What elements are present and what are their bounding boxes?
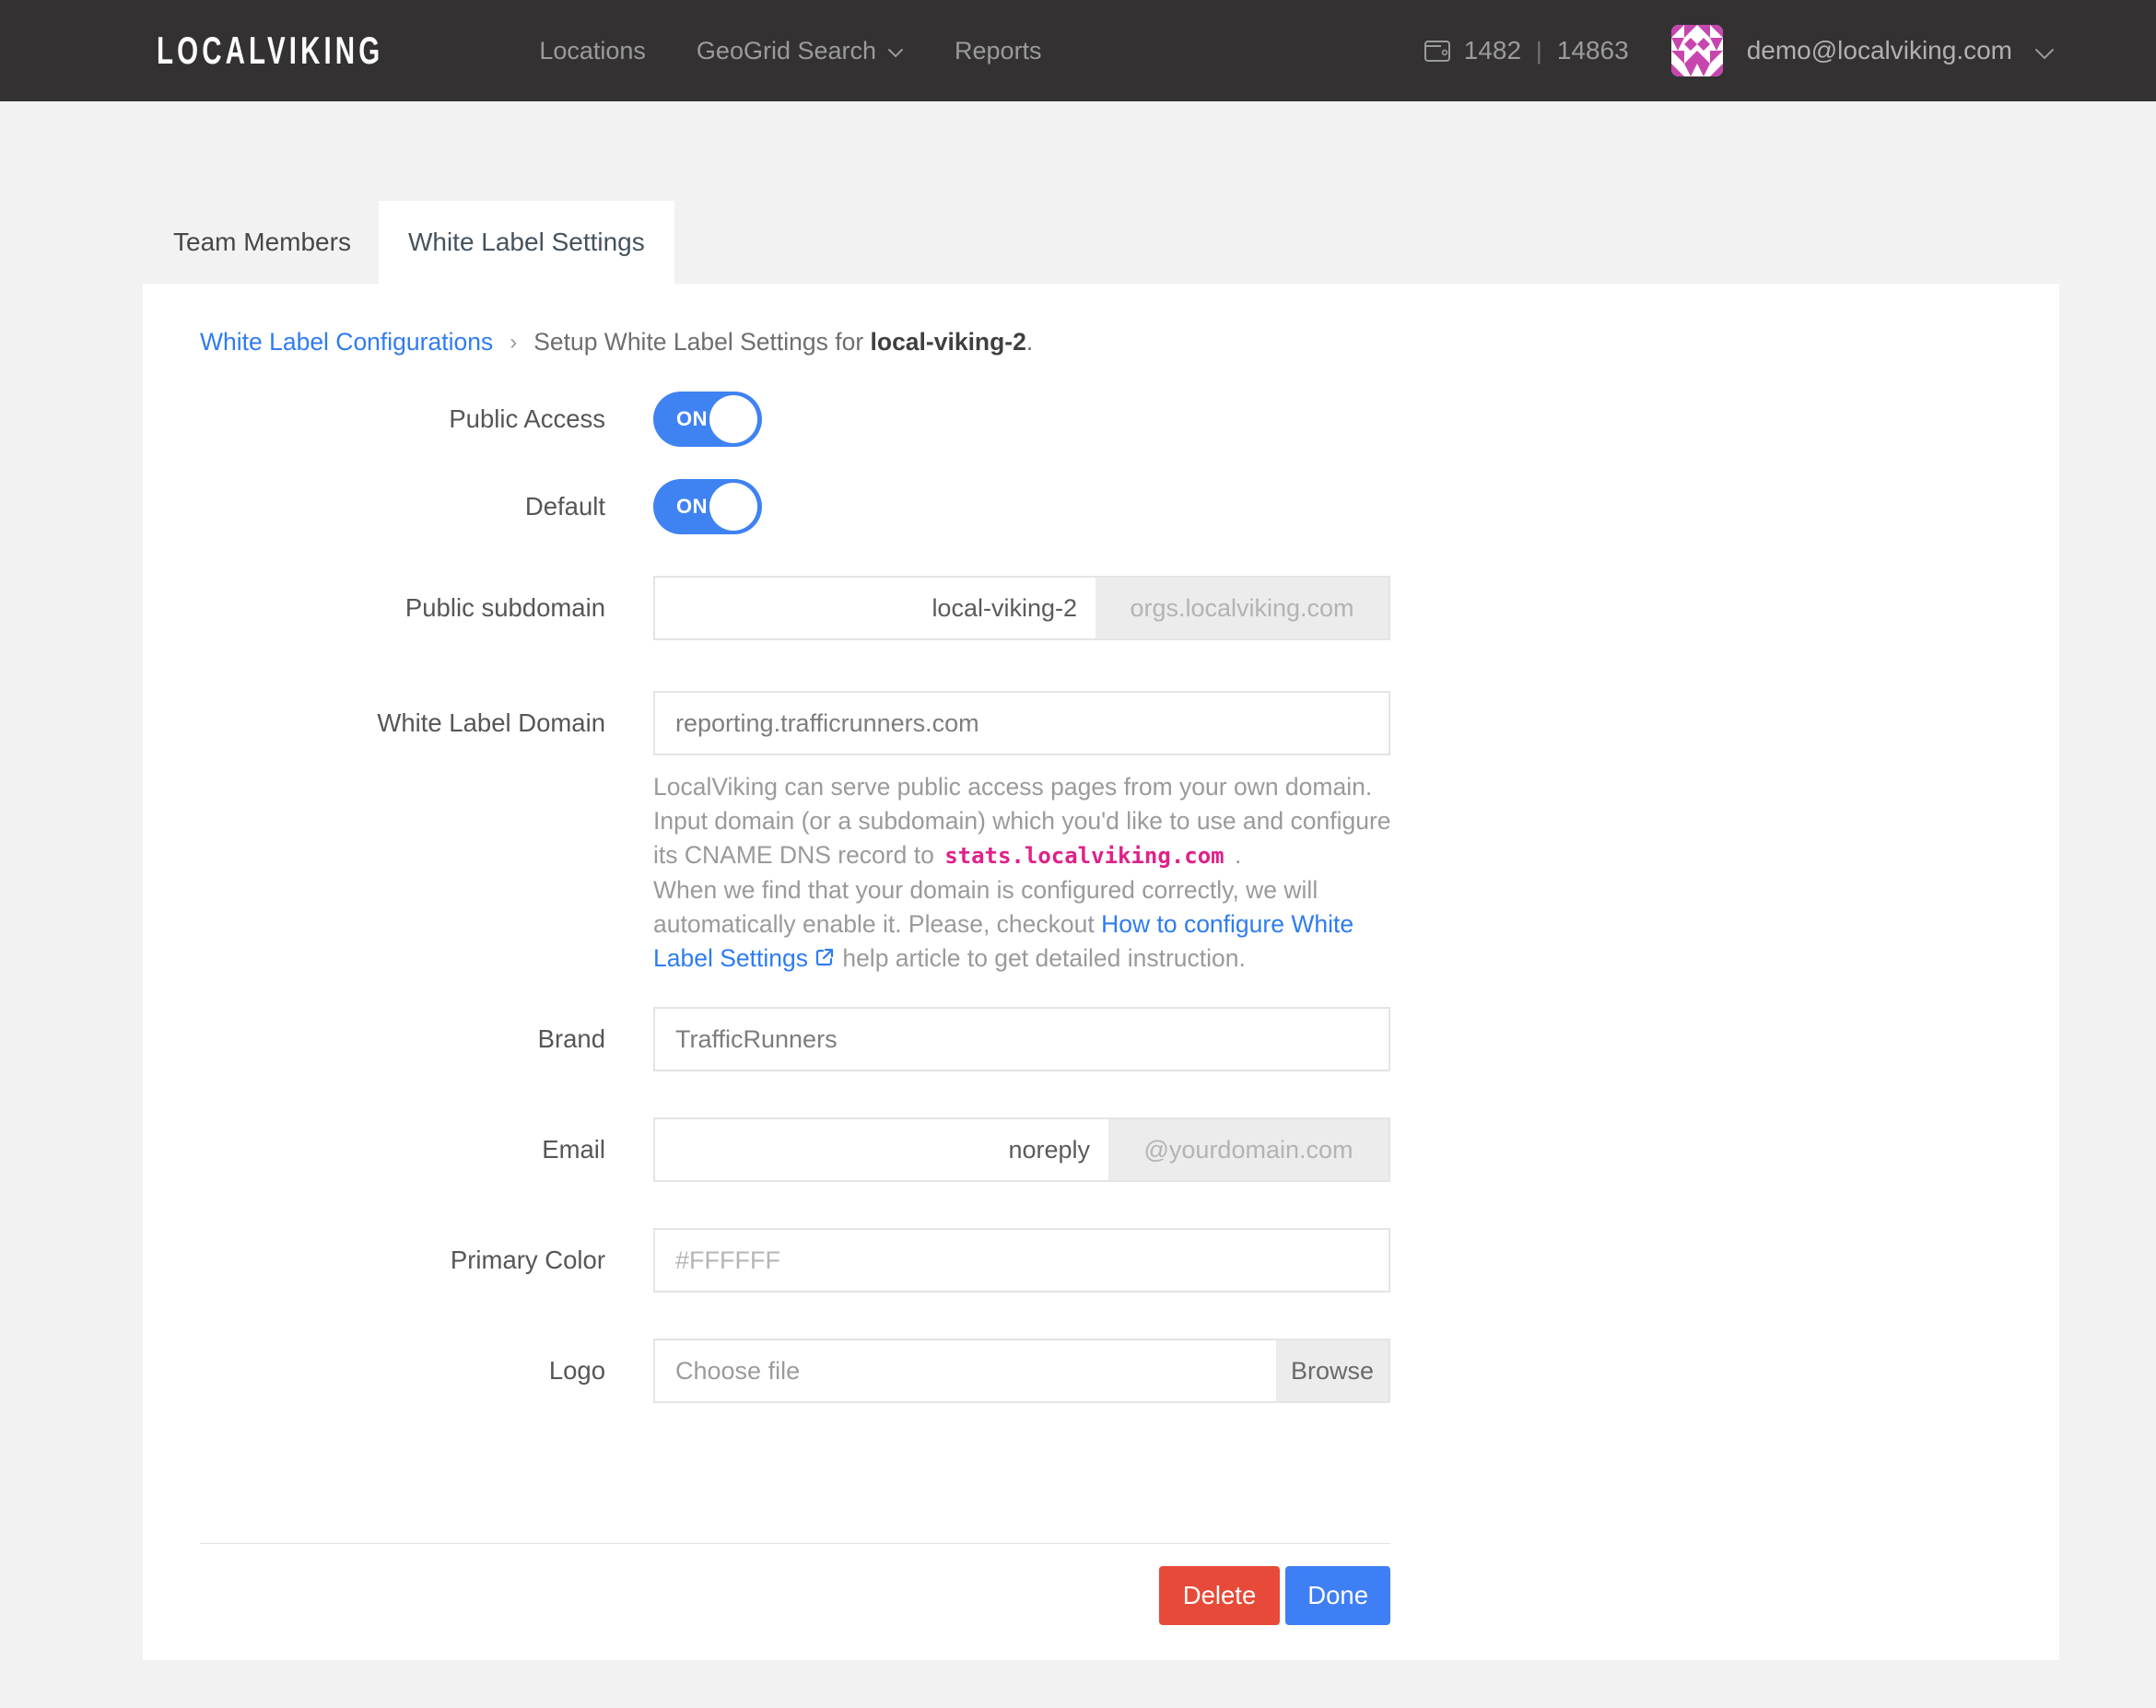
breadcrumb-link-configurations[interactable]: White Label Configurations [200,328,493,357]
white-label-domain-input[interactable] [653,691,1390,755]
done-button[interactable]: Done [1285,1566,1390,1625]
help-text: help article to get detailed instruction… [836,944,1246,972]
public-access-toggle[interactable]: ON [653,392,762,447]
breadcrumb-separator: › [510,330,517,356]
brand-row: Brand [200,1007,1390,1071]
settings-tabs: Team Members White Label Settings [146,201,2156,284]
nav-item-label: Locations [539,37,646,65]
email-group: @yourdomain.com [653,1117,1390,1182]
nav-item-label: GeoGrid Search [697,37,876,65]
brand-input[interactable] [653,1007,1390,1071]
public-subdomain-label: Public subdomain [200,576,605,640]
email-label: Email [200,1117,605,1182]
breadcrumb: White Label Configurations › Setup White… [200,328,1390,357]
user-email[interactable]: demo@localviking.com [1747,36,2012,65]
public-subdomain-row: Public subdomain orgs.localviking.com [200,576,1390,640]
public-subdomain-group: orgs.localviking.com [653,576,1390,640]
credits-left-value: 1482 [1464,36,1521,65]
wallet-icon [1422,35,1453,66]
form-actions: Delete Done [200,1566,1390,1625]
chevron-down-icon [887,48,904,58]
default-row: Default ON [200,479,1390,534]
primary-color-input[interactable] [653,1228,1390,1293]
credits-separator: | [1536,37,1542,65]
white-label-domain-help: LocalViking can serve public access page… [653,770,1395,976]
nav-item-geogrid-search[interactable]: GeoGrid Search [697,37,904,65]
browse-button[interactable]: Browse [1276,1340,1389,1401]
breadcrumb-org-name: local-viking-2 [871,328,1026,356]
default-label: Default [200,479,605,534]
help-text: . [1228,841,1242,869]
cname-target-code: stats.localviking.com [941,843,1227,869]
toggle-state-label: ON [676,495,708,519]
white-label-settings-panel: White Label Configurations › Setup White… [143,284,2059,1660]
email-row: Email @yourdomain.com [200,1117,1390,1182]
email-addon: @yourdomain.com [1108,1119,1389,1180]
white-label-domain-label: White Label Domain [200,691,605,755]
toggle-state-label: ON [676,407,708,431]
breadcrumb-current-text: Setup White Label Settings for [533,328,870,356]
file-input-placeholder: Choose file [655,1340,1276,1401]
navbar: LOCALVIKING Locations GeoGrid Search Rep… [0,0,2156,101]
primary-color-row: Primary Color [200,1228,1390,1293]
delete-button[interactable]: Delete [1159,1566,1281,1625]
public-subdomain-addon: orgs.localviking.com [1096,578,1389,638]
primary-color-label: Primary Color [200,1228,605,1293]
credits-counter: 1482 | 14863 [1422,35,1629,66]
logo-label: Logo [200,1339,605,1403]
white-label-domain-row: White Label Domain LocalViking can serve… [200,691,1390,976]
tab-team-members[interactable]: Team Members [146,201,379,284]
navbar-right: 1482 | 14863 [1422,25,2055,76]
email-input[interactable] [655,1119,1108,1180]
toggle-knob [709,483,757,531]
nav-item-label: Reports [955,37,1042,65]
toggle-knob [709,395,757,443]
nav-item-reports[interactable]: Reports [955,37,1042,65]
public-access-label: Public Access [200,392,605,447]
tab-white-label-settings[interactable]: White Label Settings [379,201,674,284]
logo-row: Logo Choose file Browse [200,1339,1390,1403]
nav-item-locations[interactable]: Locations [539,37,646,65]
default-toggle[interactable]: ON [653,479,762,534]
footer-divider [200,1543,1390,1544]
nav-links: Locations GeoGrid Search Reports [488,37,1041,65]
public-subdomain-input[interactable] [655,578,1096,638]
external-link-icon [814,946,836,968]
breadcrumb-current: Setup White Label Settings for local-vik… [533,328,1033,357]
credits-right-value: 14863 [1557,36,1629,65]
identicon-avatar [1671,25,1723,76]
avatar[interactable] [1671,25,1723,76]
logo-file-input[interactable]: Choose file Browse [653,1339,1390,1403]
chevron-down-icon [2034,48,2055,60]
breadcrumb-current-suffix: . [1026,328,1033,356]
brand-label: Brand [200,1007,605,1071]
public-access-row: Public Access ON [200,392,1390,447]
app-logo[interactable]: LOCALVIKING [157,29,383,73]
